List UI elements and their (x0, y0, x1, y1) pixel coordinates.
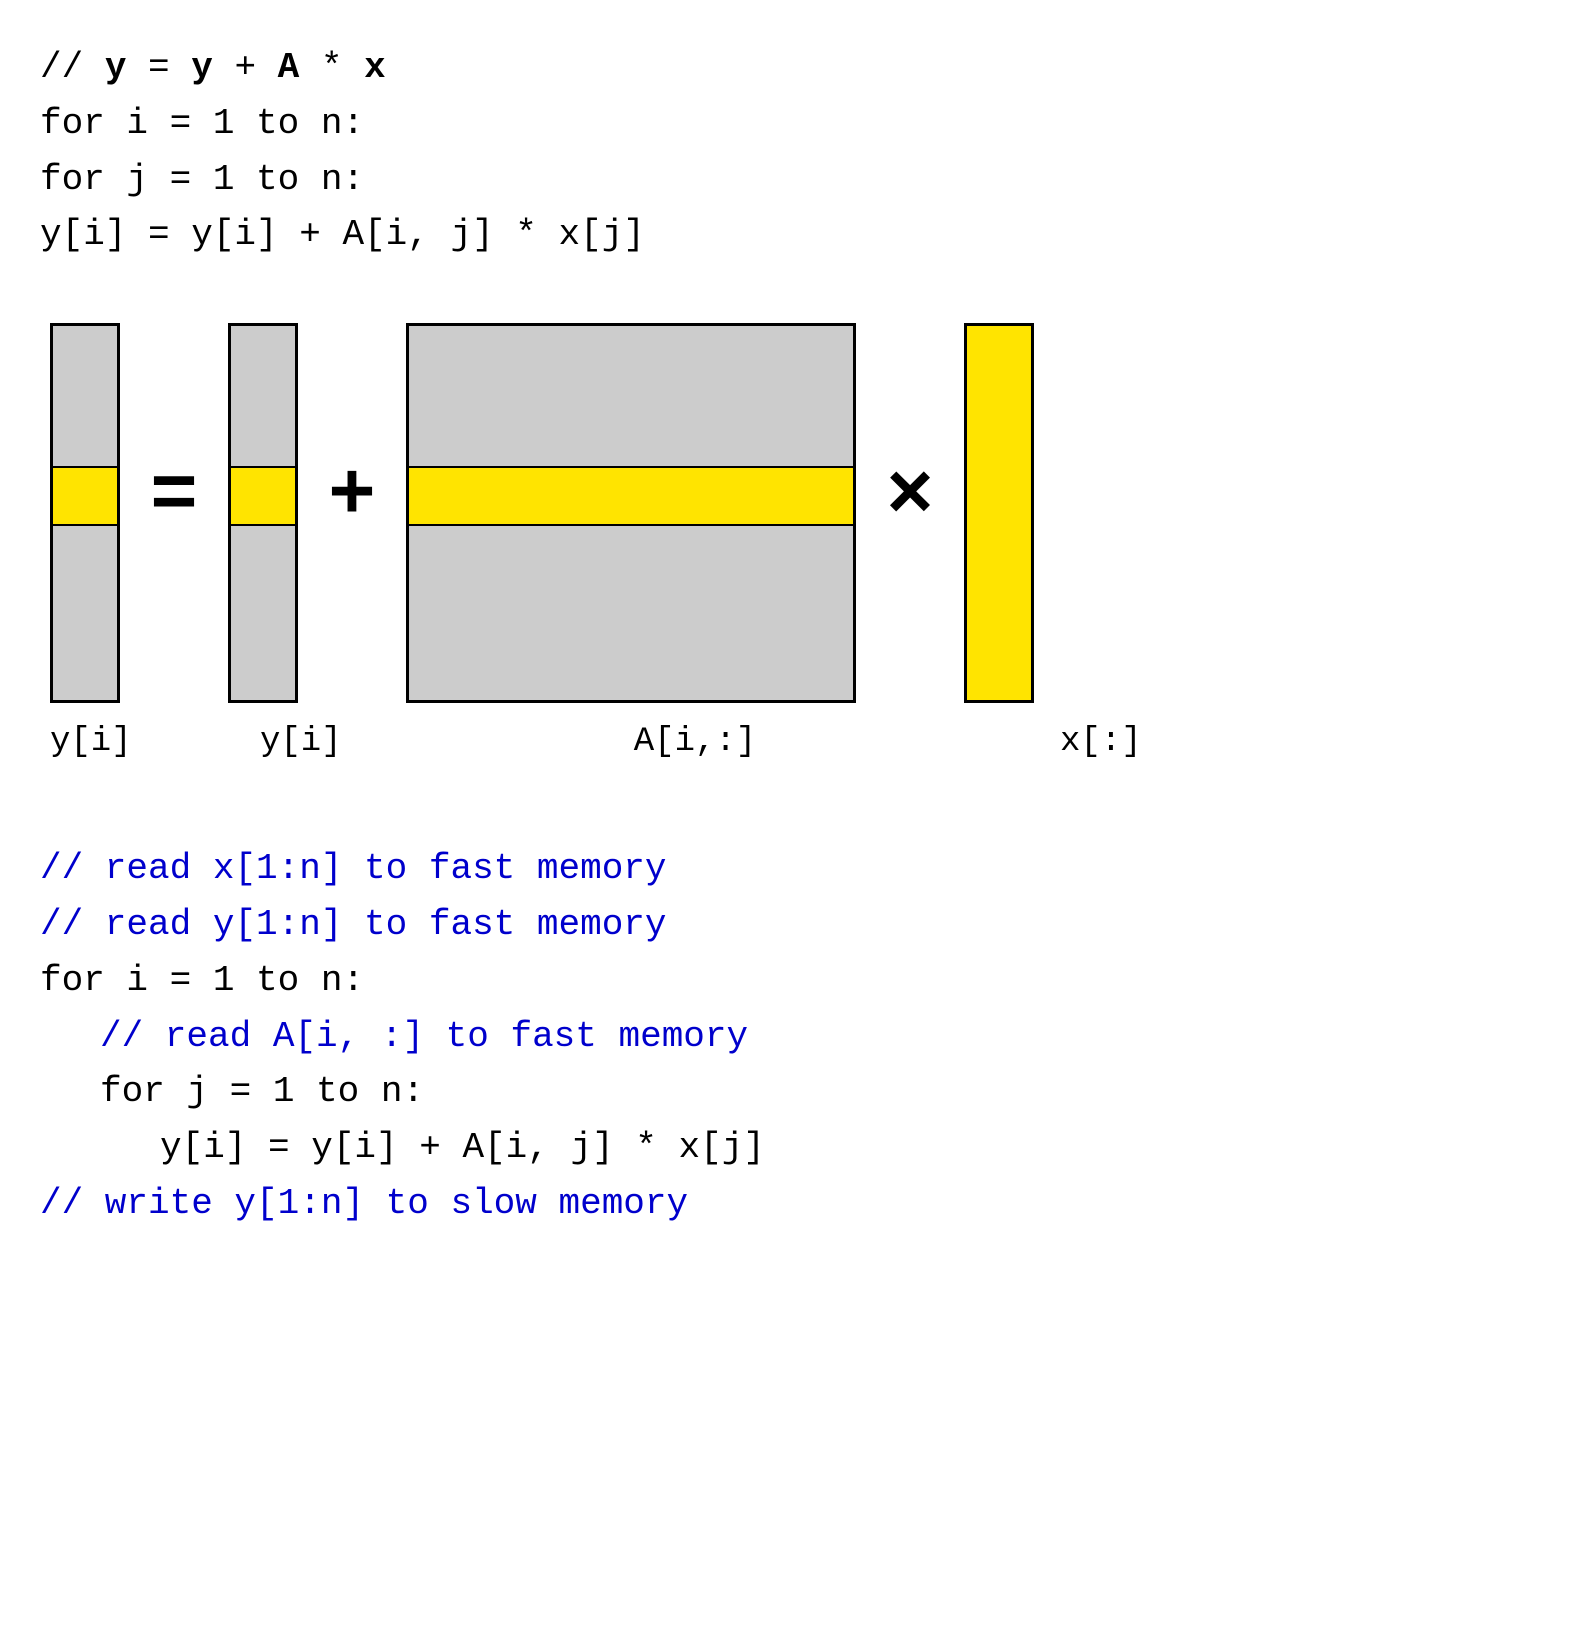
bottom-line-1: // read x[1:n] to fast memory (40, 841, 1533, 897)
equals-operator: = (150, 458, 198, 538)
label-a: A[i,:] (470, 723, 920, 761)
diagram-item-y-mid (228, 323, 298, 703)
code-line-4: y[i] = y[i] + A[i, j] * x[j] (40, 207, 1533, 263)
label-x: x[:] (1060, 723, 1130, 761)
plus-sign: + (213, 47, 278, 88)
code-line-3: for j = 1 to n: (40, 152, 1533, 208)
var-a-bold: A (278, 47, 300, 88)
var-y2-bold: y (191, 47, 213, 88)
bottom-line-7: // write y[1:n] to slow memory (40, 1176, 1533, 1232)
bottom-line-2: // read y[1:n] to fast memory (40, 897, 1533, 953)
times-operator: × (886, 458, 934, 538)
y-highlight-left (53, 466, 117, 526)
y-column-left (50, 323, 120, 703)
diagram-wrapper: = + × y[i] y[i] (40, 323, 1533, 761)
diagram-section: = + × (40, 323, 1533, 703)
comment-prefix: // (40, 47, 105, 88)
bottom-code-block: // read x[1:n] to fast memory // read y[… (40, 841, 1533, 1232)
diagram-item-a (406, 323, 856, 703)
bottom-line-4: // read A[i, :] to fast memory (40, 1009, 1533, 1065)
bottom-line-3: for i = 1 to n: (40, 953, 1533, 1009)
var-x-bold: x (364, 47, 386, 88)
code-line-2: for i = 1 to n: (40, 96, 1533, 152)
y-highlight-mid (231, 466, 295, 526)
bottom-line-6: y[i] = y[i] + A[i, j] * x[j] (40, 1120, 1533, 1176)
plus-operator: + (328, 458, 376, 538)
var-y-bold: y (105, 47, 127, 88)
diagram-labels: y[i] y[i] A[i,:] x[:] (40, 723, 1533, 761)
label-y-left: y[i] (50, 723, 120, 761)
y-column-mid (228, 323, 298, 703)
diagram-item-x (964, 323, 1034, 703)
a-highlight-row (409, 466, 853, 526)
label-y-mid: y[i] (260, 723, 330, 761)
x-column (964, 323, 1034, 703)
times-sign: * (299, 47, 364, 88)
a-matrix (406, 323, 856, 703)
diagram-item-y-left (50, 323, 120, 703)
top-code-block: // y = y + A * x for i = 1 to n: for j =… (40, 40, 1533, 263)
equals-sign: = (126, 47, 191, 88)
code-line-1: // y = y + A * x (40, 40, 1533, 96)
bottom-line-5: for j = 1 to n: (40, 1064, 1533, 1120)
